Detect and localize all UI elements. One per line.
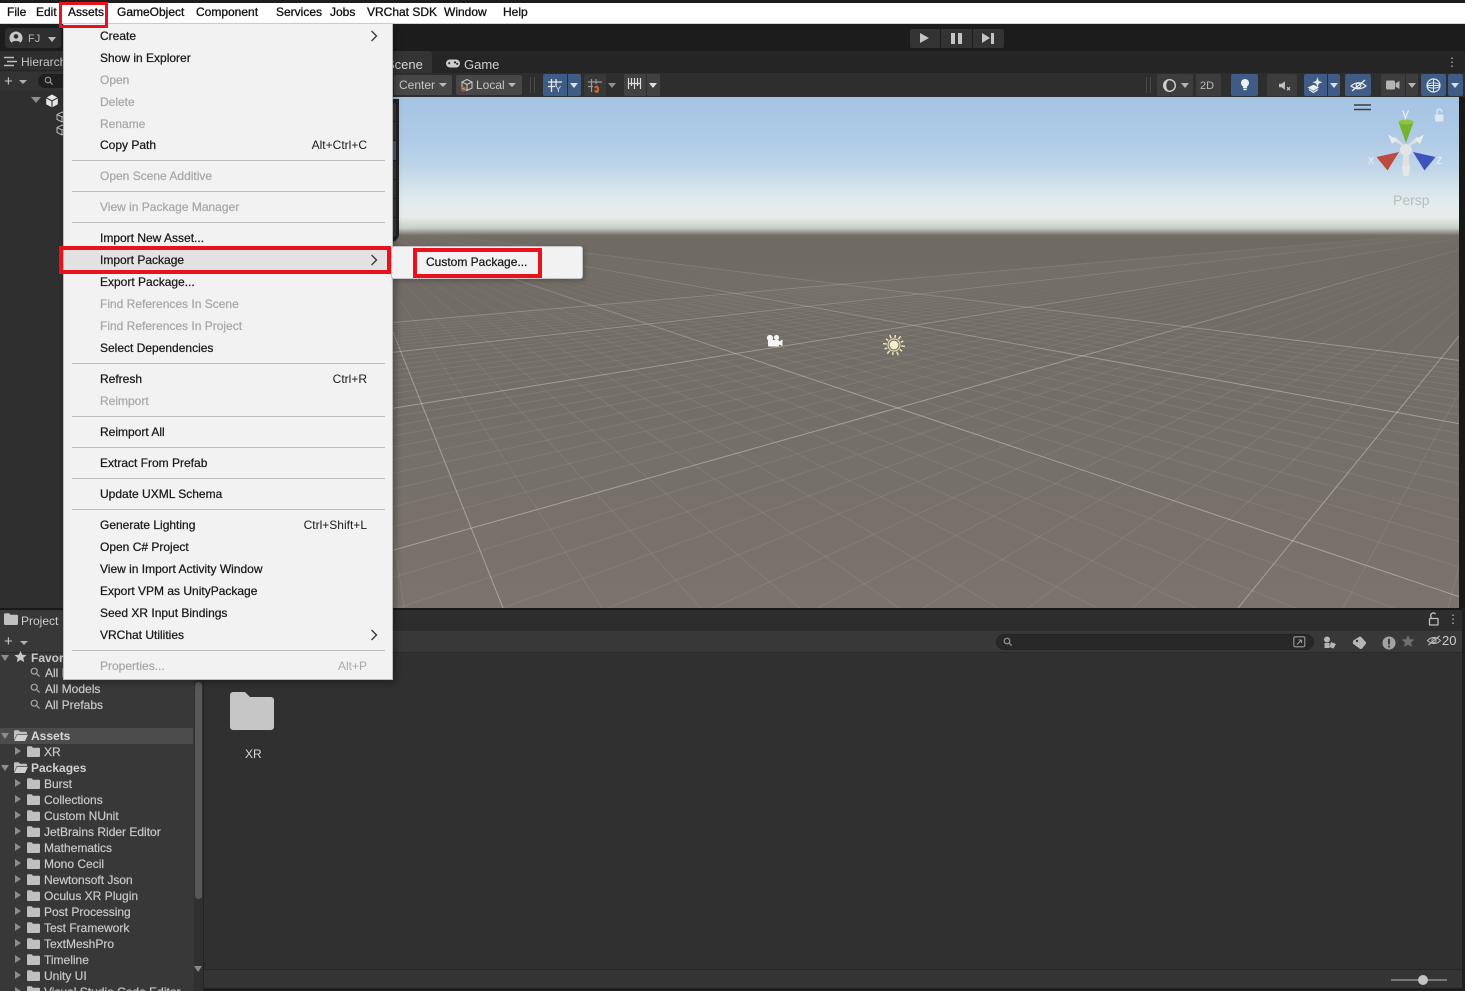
svg-text:Y: Y	[556, 84, 562, 93]
svg-text:z: z	[1436, 152, 1443, 167]
svg-text:y: y	[1402, 105, 1409, 121]
svg-text:Persp: Persp	[1393, 192, 1430, 208]
svg-text:x: x	[1368, 152, 1375, 167]
